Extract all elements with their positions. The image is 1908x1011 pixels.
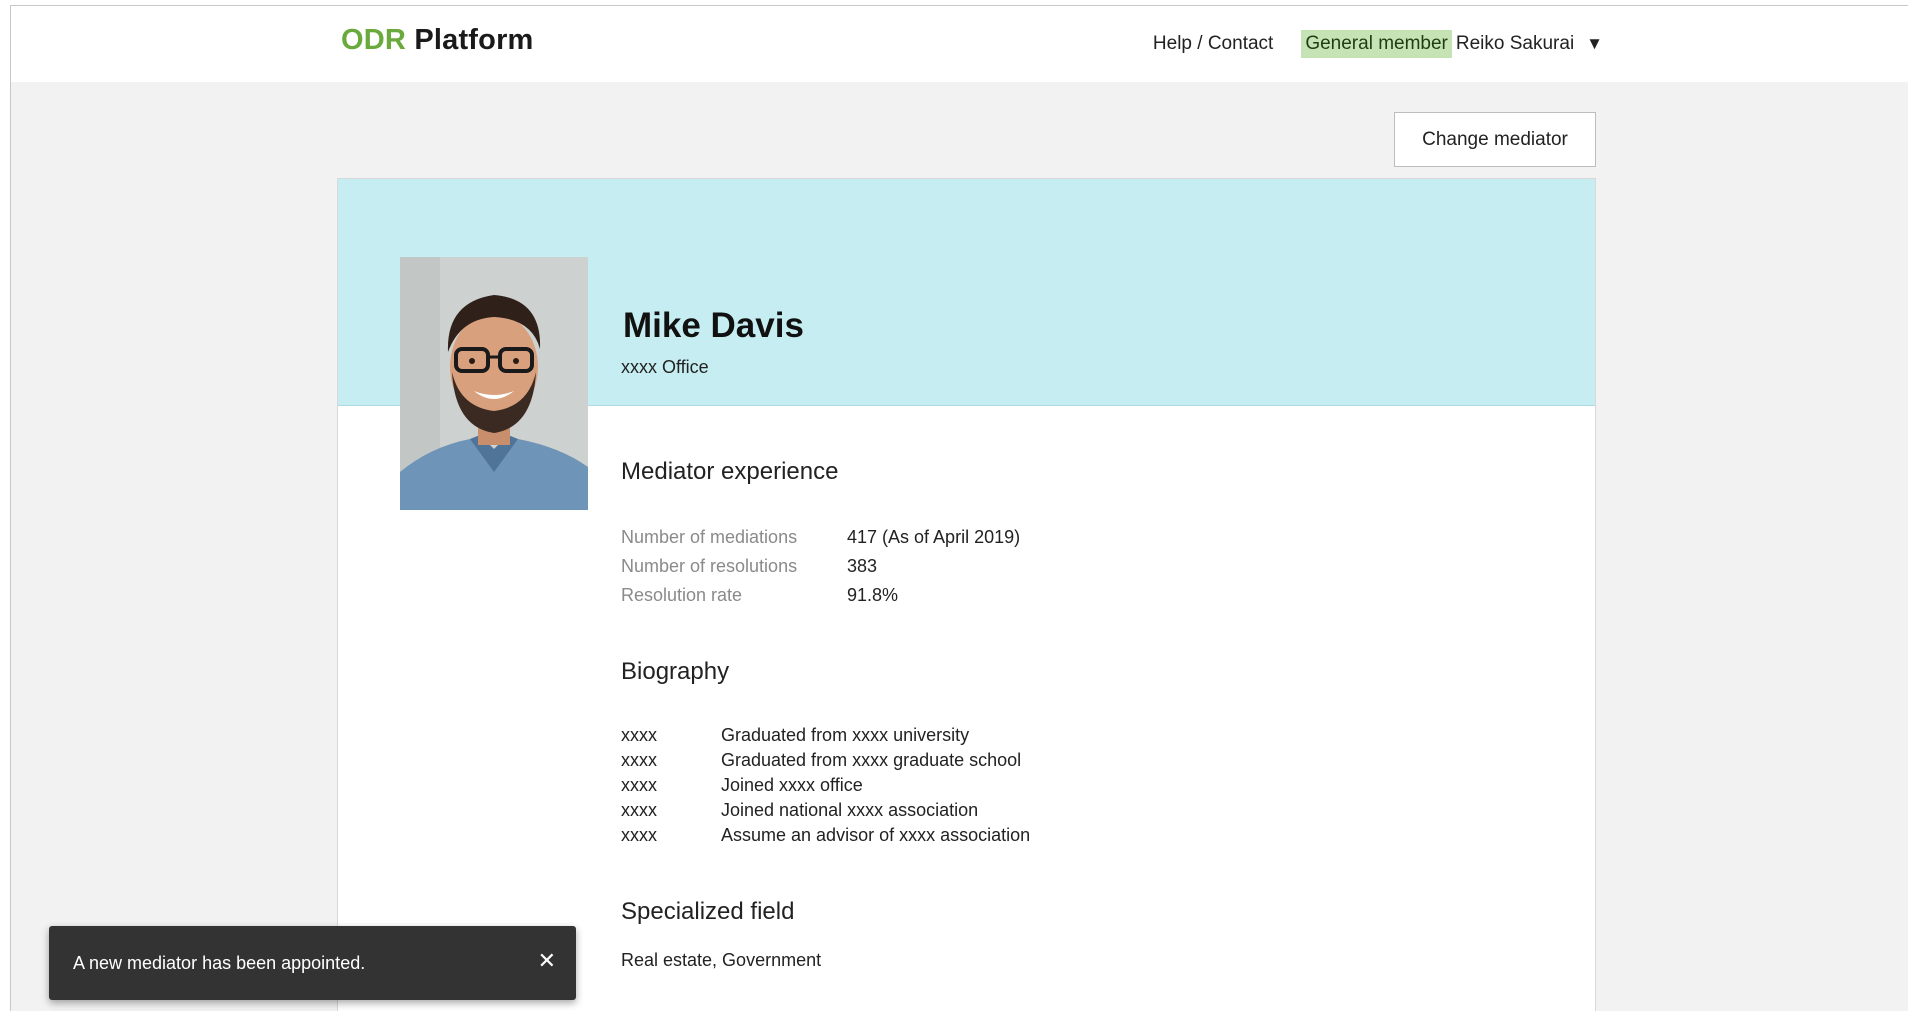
stat-value: 91.8% — [847, 585, 899, 605]
specialized-section-title: Specialized field — [621, 898, 795, 925]
user-name[interactable]: Reiko Sakurai — [1456, 33, 1574, 55]
logo-platform: Platform — [414, 24, 534, 56]
bio-row: xxxx Assume an advisor of xxxx associati… — [621, 823, 1030, 848]
logo-odr: ODR — [341, 24, 407, 56]
bio-text: Graduated from xxxx university — [721, 725, 970, 745]
stat-label: Number of mediations — [621, 527, 798, 547]
mediator-name: Mike Davis — [623, 306, 804, 345]
top-header: ODR Platform Help / Contact General memb… — [11, 6, 1908, 82]
bio-row: xxxx Graduated from xxxx graduate school — [621, 748, 1030, 773]
mediator-office: xxxx Office — [621, 357, 709, 377]
notification-snackbar: A new mediator has been appointed. ✕ — [49, 926, 576, 1000]
change-mediator-button[interactable]: Change mediator — [1394, 112, 1596, 167]
app-frame: ODR Platform Help / Contact General memb… — [10, 5, 1908, 1011]
help-contact-link[interactable]: Help / Contact — [1153, 33, 1273, 55]
bio-text: Joined xxxx office — [721, 775, 863, 795]
stat-row: Number of mediations 417 (As of April 20… — [621, 523, 1020, 552]
experience-stats: Number of mediations 417 (As of April 20… — [621, 523, 1020, 610]
stat-value: 417 (As of April 2019) — [847, 527, 1021, 547]
bio-text: Graduated from xxxx graduate school — [721, 750, 1022, 770]
bio-year: xxxx — [621, 775, 657, 795]
user-menu-dropdown-icon[interactable]: ▼ — [1586, 34, 1603, 54]
close-icon[interactable]: ✕ — [538, 950, 556, 972]
logo[interactable]: ODR Platform — [341, 24, 534, 57]
bio-row: xxxx Joined national xxxx association — [621, 798, 1030, 823]
member-type-badge: General member — [1301, 30, 1452, 58]
specialized-fields: Real estate, Government — [621, 950, 822, 970]
biography-section-title: Biography — [621, 658, 730, 685]
stat-label: Resolution rate — [621, 585, 743, 605]
snackbar-message: A new mediator has been appointed. — [73, 952, 366, 973]
header-nav: Help / Contact General member Reiko Saku… — [1153, 30, 1603, 58]
bio-row: xxxx Joined xxxx office — [621, 773, 1030, 798]
bio-year: xxxx — [621, 825, 657, 845]
bio-row: xxxx Graduated from xxxx university — [621, 723, 1030, 748]
mediator-profile-card: Mike Davis xxxx Office Mediator experien… — [337, 178, 1596, 1011]
stat-value: 383 — [847, 556, 878, 576]
stat-row: Resolution rate 91.8% — [621, 581, 1020, 610]
bio-text: Joined national xxxx association — [721, 800, 979, 820]
biography-list: xxxx Graduated from xxxx university xxxx… — [621, 723, 1030, 848]
bio-year: xxxx — [621, 750, 657, 770]
bio-text: Assume an advisor of xxxx association — [721, 825, 1031, 845]
bio-year: xxxx — [621, 800, 657, 820]
stat-row: Number of resolutions 383 — [621, 552, 1020, 581]
stat-label: Number of resolutions — [621, 556, 798, 576]
bio-year: xxxx — [621, 725, 657, 745]
experience-section-title: Mediator experience — [621, 458, 839, 485]
mediator-photo — [400, 257, 588, 510]
